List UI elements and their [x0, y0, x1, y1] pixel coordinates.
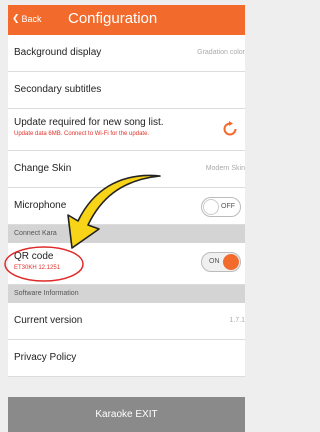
qr-code-id: ET30KH 12.1251	[14, 265, 61, 271]
toggle-knob	[223, 254, 239, 270]
section-header-software: Software Information	[8, 285, 245, 303]
toggle-state: OFF	[221, 203, 235, 210]
setting-value: Gradation color	[197, 49, 245, 56]
chevron-left-icon: ❮	[12, 13, 20, 23]
setting-label: Update required for new song list.	[14, 117, 164, 128]
settings-list: Background display Gradation color Secon…	[8, 35, 245, 377]
setting-background-display[interactable]: Background display Gradation color	[8, 35, 245, 72]
setting-update[interactable]: Update required for new song list. Updat…	[8, 109, 245, 151]
setting-secondary-subtitles[interactable]: Secondary subtitles	[8, 72, 245, 109]
section-label: Connect Kara	[14, 230, 57, 237]
setting-value: 1.7.1	[229, 317, 245, 324]
update-note: Update data 6MB. Connect to Wi-Fi for th…	[14, 131, 150, 137]
setting-label: QR code	[14, 251, 54, 262]
setting-current-version: Current version 1.7.1	[8, 303, 245, 340]
section-header-connect: Connect Kara	[8, 225, 245, 243]
setting-label: Privacy Policy	[14, 352, 77, 363]
microphone-toggle[interactable]: OFF	[201, 197, 241, 217]
toggle-knob	[203, 199, 219, 215]
back-label: Back	[21, 13, 42, 24]
setting-label: Background display	[14, 47, 102, 58]
setting-change-skin[interactable]: Change Skin Modern Skin	[8, 151, 245, 188]
setting-label: Microphone	[14, 200, 67, 211]
qr-code-toggle[interactable]: ON	[201, 252, 241, 272]
setting-privacy-policy[interactable]: Privacy Policy	[8, 340, 245, 377]
setting-label: Secondary subtitles	[14, 84, 102, 95]
section-label: Software Information	[14, 290, 79, 297]
setting-microphone: Microphone OFF	[8, 188, 245, 225]
setting-qr-code: QR code ET30KH 12.1251 ON	[8, 243, 245, 285]
app-header: ❮ Back Configuration	[8, 5, 245, 35]
refresh-icon[interactable]	[221, 120, 239, 138]
page-title: Configuration	[68, 10, 158, 27]
setting-label: Change Skin	[14, 163, 72, 174]
setting-value: Modern Skin	[205, 165, 245, 172]
karaoke-exit-button[interactable]: Karaoke EXIT	[8, 397, 245, 432]
back-button[interactable]: ❮ Back	[12, 13, 42, 24]
toggle-state: ON	[209, 258, 220, 265]
setting-label: Current version	[14, 315, 83, 326]
